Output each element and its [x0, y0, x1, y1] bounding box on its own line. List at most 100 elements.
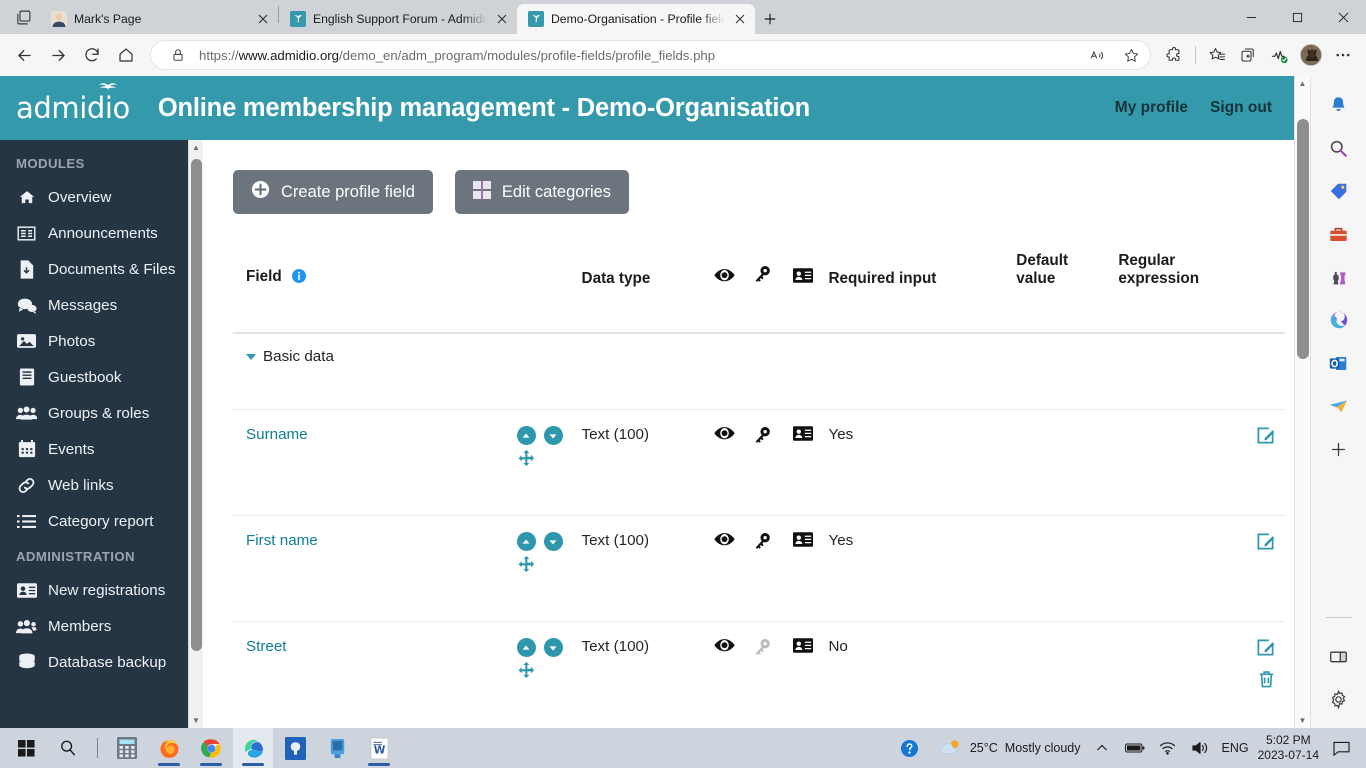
search-icon[interactable]	[1324, 133, 1354, 163]
row-visible-icon[interactable]	[714, 410, 753, 486]
move-down-icon[interactable]	[544, 426, 563, 445]
sidebar-item-groups-roles[interactable]: Groups & roles	[0, 395, 203, 431]
star-icon[interactable]	[1118, 42, 1144, 68]
task-view-button[interactable]	[97, 738, 98, 758]
close-window-button[interactable]	[1320, 0, 1366, 34]
row-card-icon[interactable]	[793, 622, 828, 707]
new-tab-button[interactable]	[755, 4, 785, 34]
close-icon[interactable]	[494, 11, 510, 27]
read-aloud-icon[interactable]	[1084, 42, 1110, 68]
edit-categories-button[interactable]: Edit categories	[455, 170, 629, 214]
sidebar-scrollbar[interactable]: ▲ ▼	[188, 140, 203, 728]
sidebar-item-members[interactable]: Members	[0, 608, 203, 644]
settings-gear-icon[interactable]	[1324, 684, 1354, 714]
minimize-button[interactable]	[1228, 0, 1274, 34]
table-row[interactable]: Street	[233, 622, 1285, 707]
sidebar-item-events[interactable]: Events	[0, 431, 203, 467]
word-app[interactable]: W	[359, 728, 399, 768]
sidebar-item-documents-files[interactable]: Documents & Files	[0, 251, 203, 287]
extensions-icon[interactable]	[1159, 40, 1189, 70]
row-card-icon[interactable]	[793, 410, 828, 486]
show-hidden-icons-icon[interactable]	[1090, 728, 1114, 768]
table-row[interactable]: Surname	[233, 410, 1285, 486]
wifi-icon[interactable]	[1156, 728, 1180, 768]
field-link[interactable]: First name	[246, 532, 318, 549]
home-icon[interactable]	[110, 39, 142, 71]
move-up-icon[interactable]	[517, 638, 536, 657]
search-button[interactable]	[48, 728, 88, 768]
move-down-icon[interactable]	[544, 638, 563, 657]
sidebar-item-database-backup[interactable]: Database backup	[0, 644, 203, 680]
move-down-icon[interactable]	[544, 532, 563, 551]
sidebar-item-category-report[interactable]: Category report	[0, 503, 203, 539]
tab-search-icon[interactable]	[6, 0, 40, 34]
notification-center-icon[interactable]	[1328, 728, 1354, 768]
refresh-icon[interactable]	[76, 39, 108, 71]
page-scroll-down-arrow[interactable]: ▼	[1295, 713, 1311, 728]
row-visible-icon[interactable]	[714, 622, 753, 707]
edit-icon[interactable]	[1256, 638, 1275, 661]
weather-widget[interactable]: 25°C Mostly cloudy	[939, 738, 1081, 759]
start-button[interactable]	[6, 728, 46, 768]
caret-down-icon[interactable]	[246, 354, 256, 360]
edge-app[interactable]	[233, 728, 273, 768]
clock[interactable]: 5:02 PM 2023-07-14	[1258, 733, 1319, 763]
scroll-up-arrow[interactable]: ▲	[189, 140, 204, 155]
table-section-basic-data[interactable]: Basic data	[233, 333, 1285, 379]
page-scroll-thumb[interactable]	[1297, 119, 1309, 359]
move-up-icon[interactable]	[517, 426, 536, 445]
move-up-icon[interactable]	[517, 532, 536, 551]
table-row[interactable]: First name	[233, 516, 1285, 592]
recycle-app[interactable]	[275, 728, 315, 768]
info-icon[interactable]	[292, 269, 306, 288]
page-scrollbar[interactable]: ▲ ▼	[1294, 76, 1310, 728]
outlook-icon[interactable]	[1324, 348, 1354, 378]
paper-plane-icon[interactable]	[1324, 391, 1354, 421]
drag-move-icon[interactable]	[517, 662, 582, 683]
browser-essentials-icon[interactable]	[1264, 40, 1294, 70]
drag-move-icon[interactable]	[517, 556, 582, 577]
tools-icon[interactable]	[1324, 219, 1354, 249]
sidebar-item-web-links[interactable]: Web links	[0, 467, 203, 503]
browser-tab-1[interactable]: Mark's Page	[40, 4, 278, 34]
language-indicator[interactable]: ENG	[1222, 741, 1249, 755]
shopping-tag-icon[interactable]	[1324, 176, 1354, 206]
games-icon[interactable]	[1324, 262, 1354, 292]
settings-and-more-icon[interactable]	[1328, 40, 1358, 70]
help-circle-icon[interactable]	[890, 728, 930, 768]
calculator-app[interactable]	[107, 728, 147, 768]
microsoft-365-icon[interactable]	[1324, 305, 1354, 335]
close-icon[interactable]	[255, 11, 271, 27]
profile-avatar[interactable]	[1300, 44, 1322, 66]
app-blue[interactable]	[317, 728, 357, 768]
sidebar-item-announcements[interactable]: Announcements	[0, 215, 203, 251]
address-bar[interactable]: https://www.admidio.org/demo_en/adm_prog…	[150, 40, 1151, 70]
add-icon[interactable]	[1324, 434, 1354, 464]
sign-out-link[interactable]: Sign out	[1210, 99, 1272, 117]
delete-icon[interactable]	[1258, 670, 1275, 692]
notification-bell-icon[interactable]	[1324, 90, 1354, 120]
edit-icon[interactable]	[1256, 426, 1275, 449]
collections-icon[interactable]	[1233, 40, 1263, 70]
volume-icon[interactable]	[1189, 728, 1213, 768]
close-icon[interactable]	[732, 11, 748, 27]
sidebar-item-new-registrations[interactable]: New registrations	[0, 572, 203, 608]
sidebar-item-overview[interactable]: Overview	[0, 179, 203, 215]
sidebar-scroll-track[interactable]	[189, 155, 203, 713]
field-link[interactable]: Surname	[246, 426, 308, 443]
row-unique-icon[interactable]	[753, 516, 794, 592]
favorites-icon[interactable]	[1202, 40, 1232, 70]
row-visible-icon[interactable]	[714, 516, 753, 592]
back-icon[interactable]	[8, 39, 40, 71]
scroll-down-arrow[interactable]: ▼	[189, 713, 204, 728]
edit-icon[interactable]	[1256, 532, 1275, 555]
browser-tab-3[interactable]: Demo-Organisation - Profile fields	[517, 4, 755, 34]
sidebar-item-guestbook[interactable]: Guestbook	[0, 359, 203, 395]
admidio-logo[interactable]: admidio	[16, 91, 130, 125]
browser-tab-2[interactable]: English Support Forum - Admidio	[279, 4, 517, 34]
battery-icon[interactable]	[1123, 728, 1147, 768]
sidebar-item-messages[interactable]: Messages	[0, 287, 203, 323]
page-scroll-track[interactable]	[1295, 91, 1310, 713]
create-profile-field-button[interactable]: Create profile field	[233, 170, 433, 214]
chrome-app[interactable]	[191, 728, 231, 768]
